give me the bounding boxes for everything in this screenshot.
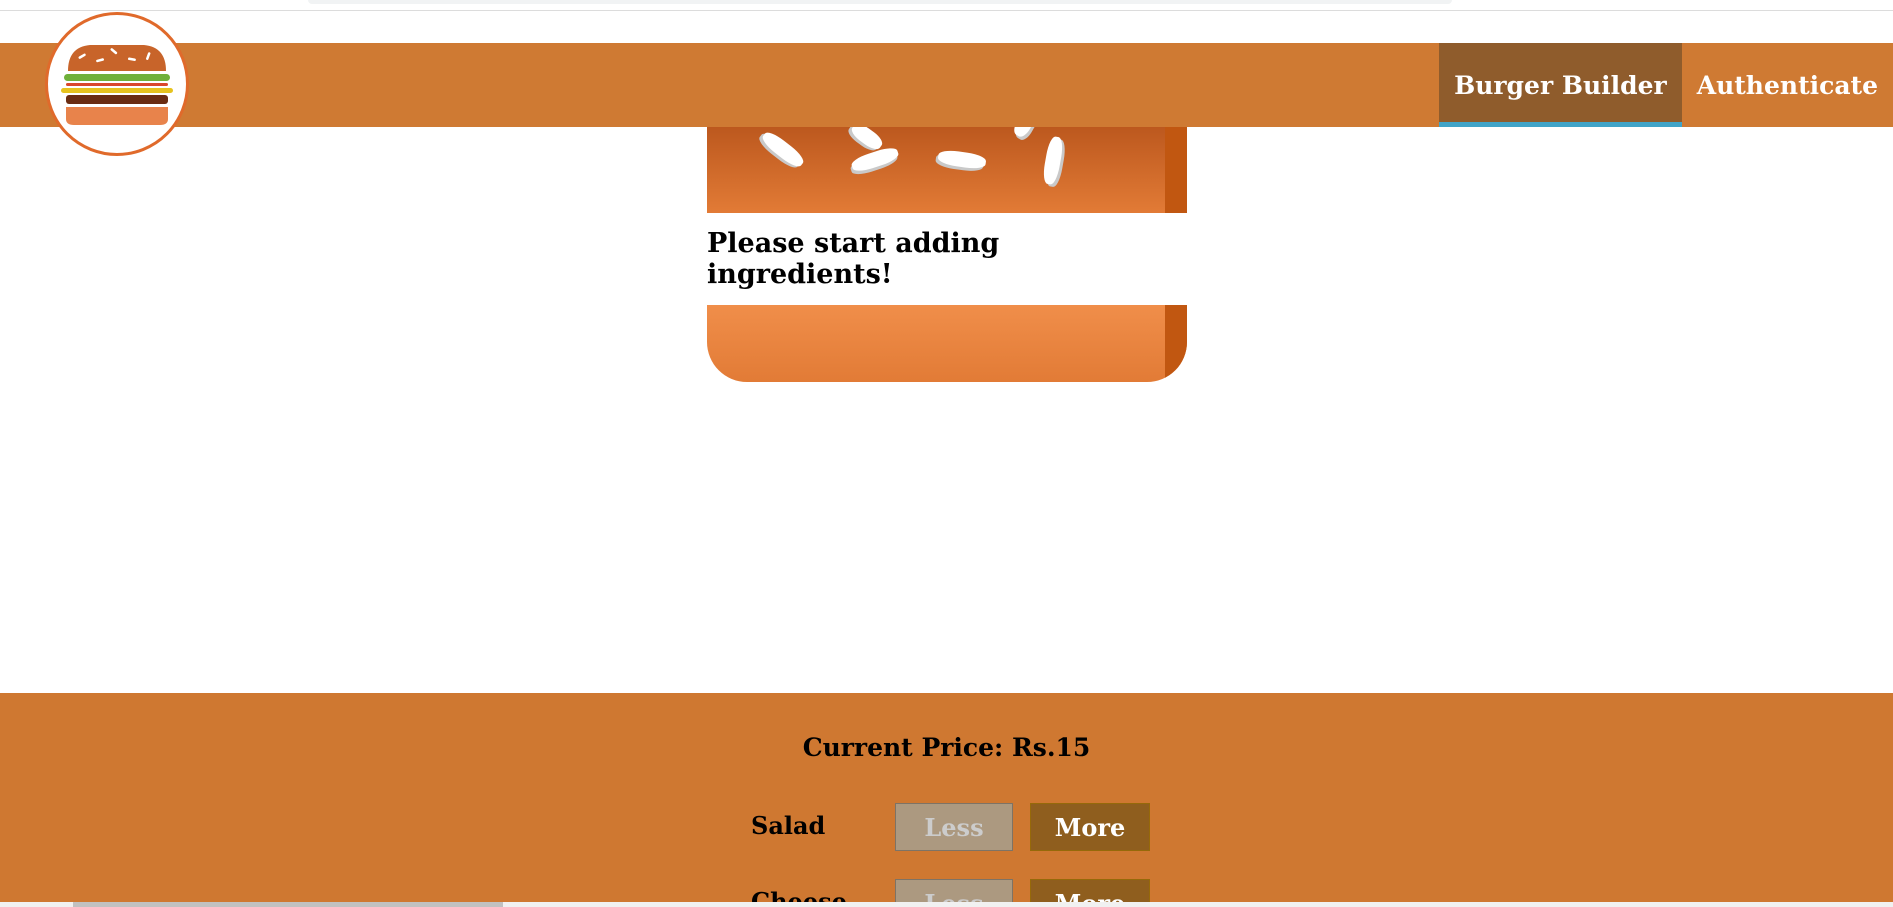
less-button[interactable]: Less [895,803,1013,851]
more-button[interactable]: More [1030,803,1150,851]
burger-preview: Please start adding ingredients! [707,127,1187,382]
burger-logo-graphic [61,45,173,125]
bread-top [707,127,1187,213]
seed [848,127,886,153]
burger-logo-icon[interactable] [45,12,189,156]
empty-burger-message: Please start adding ingredients! [707,213,1187,305]
scrollbar-thumb[interactable] [73,902,503,907]
browser-tab-strip [308,0,1452,4]
bread-bottom-shadow [1165,305,1187,382]
bread-bottom [707,305,1187,382]
navigation-items: Burger Builder Authenticate [1439,43,1893,127]
bread-top-shadow [1165,127,1187,213]
seed [1011,127,1039,140]
build-controls: Current Price: Rs.15 Salad Less More Che… [0,693,1893,907]
nav-authenticate[interactable]: Authenticate [1682,43,1893,127]
seed [1041,135,1065,186]
seed [759,128,807,171]
nav-burger-builder[interactable]: Burger Builder [1439,43,1682,127]
control-row-salad: Salad Less More [751,803,1151,851]
browser-top-bar [0,0,1893,11]
seed [937,148,987,171]
ingredient-label: Salad [751,811,826,840]
page: Burger Builder Authenticate Please start… [0,0,1893,907]
current-price: Current Price: Rs.15 [802,733,1091,762]
horizontal-scrollbar[interactable] [0,902,1893,907]
